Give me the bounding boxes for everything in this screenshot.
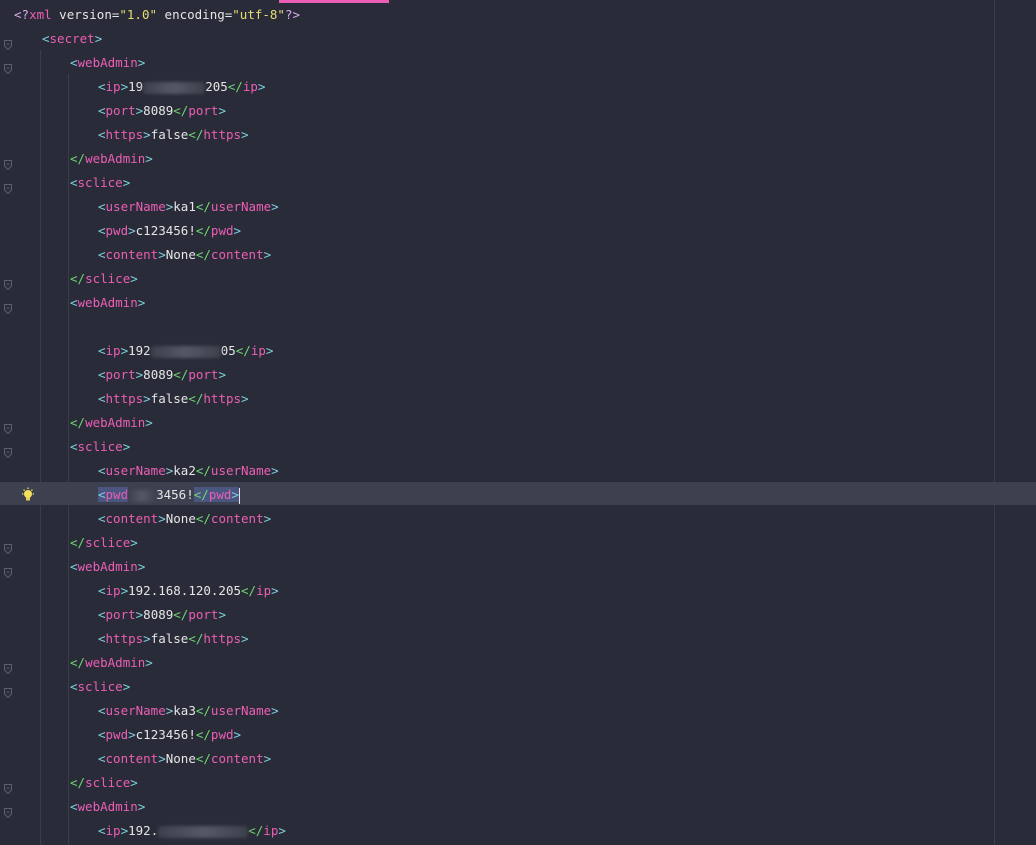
code-line[interactable]: <pwd>c123456!</pwd> bbox=[0, 219, 994, 243]
secret-open: <secret> bbox=[42, 31, 103, 46]
code-line[interactable]: <ip>192. </ip> bbox=[0, 819, 994, 843]
code-line[interactable]: <content>None</content> bbox=[0, 747, 994, 771]
fold-marker-icon[interactable] bbox=[4, 178, 12, 195]
fold-marker-icon[interactable] bbox=[4, 802, 12, 819]
https-element: <https>false</https> bbox=[98, 127, 249, 142]
code-line[interactable]: <webAdmin> bbox=[0, 555, 994, 579]
webadmin-close: </webAdmin> bbox=[70, 655, 153, 670]
code-line[interactable]: <port>8089</port> bbox=[0, 99, 994, 123]
pwd-element: <pwd>c123456!</pwd> bbox=[98, 727, 242, 742]
code-line[interactable]: </webAdmin> bbox=[0, 651, 994, 675]
ip-element: <ip>192. </ip> bbox=[98, 823, 286, 838]
code-line[interactable]: <sclice> bbox=[0, 171, 994, 195]
code-line[interactable]: <userName>ka2</userName> bbox=[0, 459, 994, 483]
code-line[interactable]: <https>false</https> bbox=[0, 123, 994, 147]
port-element: <port>8089</port> bbox=[98, 103, 226, 118]
code-line[interactable]: <ip>192.168.120.205</ip> bbox=[0, 579, 994, 603]
content-element: <content>None</content> bbox=[98, 247, 272, 262]
code-line[interactable]: <pwd 3456!</pwd> bbox=[0, 483, 994, 507]
fold-marker-icon[interactable] bbox=[4, 154, 12, 171]
webadmin-open: <webAdmin> bbox=[70, 295, 146, 310]
webadmin-open: <webAdmin> bbox=[70, 559, 146, 574]
fold-marker-icon[interactable] bbox=[4, 778, 12, 795]
ip-element: <ip>19205</ip> bbox=[98, 79, 266, 94]
code-line[interactable]: <userName>ka3</userName> bbox=[0, 699, 994, 723]
code-line[interactable]: <secret> bbox=[0, 27, 994, 51]
fold-marker-icon[interactable] bbox=[4, 562, 12, 579]
code-line[interactable]: <https>false</https> bbox=[0, 387, 994, 411]
code-line[interactable]: <ip>19205</ip> bbox=[0, 75, 994, 99]
webadmin-open: <webAdmin> bbox=[70, 55, 146, 70]
fold-marker-icon[interactable] bbox=[4, 34, 12, 51]
fold-marker-icon[interactable] bbox=[4, 418, 12, 435]
code-line[interactable]: <content>None</content> bbox=[0, 507, 994, 531]
code-line[interactable]: <port>8089</port> bbox=[0, 603, 994, 627]
sclice-open: <sclice> bbox=[70, 679, 131, 694]
ip-element: <ip>192.168.120.205</ip> bbox=[98, 583, 279, 598]
sclice-close: </sclice> bbox=[70, 775, 138, 790]
webadmin-open: <webAdmin> bbox=[70, 799, 146, 814]
sclice-open: <sclice> bbox=[70, 175, 131, 190]
fold-marker-icon[interactable] bbox=[4, 682, 12, 699]
right-margin-guide bbox=[994, 0, 995, 845]
content-element: <content>None</content> bbox=[98, 511, 272, 526]
code-line[interactable]: </sclice> bbox=[0, 771, 994, 795]
code-line[interactable]: <ip>19205</ip> bbox=[0, 339, 994, 363]
code-line[interactable]: <sclice> bbox=[0, 435, 994, 459]
sclice-close: </sclice> bbox=[70, 535, 138, 550]
lightbulb-icon[interactable] bbox=[20, 487, 36, 503]
code-line[interactable]: </webAdmin> bbox=[0, 411, 994, 435]
code-line[interactable]: <?xml version="1.0" encoding="utf-8"?> bbox=[0, 3, 994, 27]
fold-marker-icon[interactable] bbox=[4, 58, 12, 75]
fold-marker-icon[interactable] bbox=[4, 298, 12, 315]
code-line[interactable]: <sclice> bbox=[0, 675, 994, 699]
pwd-element: <pwd>c123456!</pwd> bbox=[98, 223, 242, 238]
pwd-element-current: <pwd 3456!</pwd> bbox=[98, 487, 240, 504]
code-line[interactable]: <port>8089</port> bbox=[0, 363, 994, 387]
sclice-close: </sclice> bbox=[70, 271, 138, 286]
webadmin-close: </webAdmin> bbox=[70, 151, 153, 166]
xml-declaration: <?xml version="1.0" encoding="utf-8"?> bbox=[14, 7, 301, 22]
port-element: <port>8089</port> bbox=[98, 607, 226, 622]
code-line[interactable]: </webAdmin> bbox=[0, 147, 994, 171]
ip-element: <ip>19205</ip> bbox=[98, 343, 274, 358]
username-element: <userName>ka3</userName> bbox=[98, 703, 279, 718]
username-element: <userName>ka1</userName> bbox=[98, 199, 279, 214]
port-element: <port>8089</port> bbox=[98, 367, 226, 382]
fold-marker-icon[interactable] bbox=[4, 274, 12, 291]
fold-marker-icon[interactable] bbox=[4, 658, 12, 675]
fold-marker-icon[interactable] bbox=[4, 442, 12, 459]
code-line[interactable]: <content>None</content> bbox=[0, 243, 994, 267]
code-line[interactable]: <pwd>c123456!</pwd> bbox=[0, 723, 994, 747]
code-line[interactable]: <webAdmin> bbox=[0, 51, 994, 75]
fold-marker-icon[interactable] bbox=[4, 538, 12, 555]
https-element: <https>false</https> bbox=[98, 391, 249, 406]
code-line[interactable]: <webAdmin> bbox=[0, 795, 994, 819]
code-line[interactable]: <https>false</https> bbox=[0, 627, 994, 651]
code-line[interactable]: </sclice> bbox=[0, 531, 994, 555]
code-line[interactable]: <userName>ka1</userName> bbox=[0, 195, 994, 219]
webadmin-close: </webAdmin> bbox=[70, 415, 153, 430]
code-editor[interactable]: <?xml version="1.0" encoding="utf-8"?> <s… bbox=[0, 0, 1036, 845]
code-line[interactable] bbox=[0, 315, 994, 339]
https-element: <https>false</https> bbox=[98, 631, 249, 646]
sclice-open: <sclice> bbox=[70, 439, 131, 454]
code-line[interactable]: <webAdmin> bbox=[0, 291, 994, 315]
content-element: <content>None</content> bbox=[98, 751, 272, 766]
username-element: <userName>ka2</userName> bbox=[98, 463, 279, 478]
code-line[interactable]: </sclice> bbox=[0, 267, 994, 291]
